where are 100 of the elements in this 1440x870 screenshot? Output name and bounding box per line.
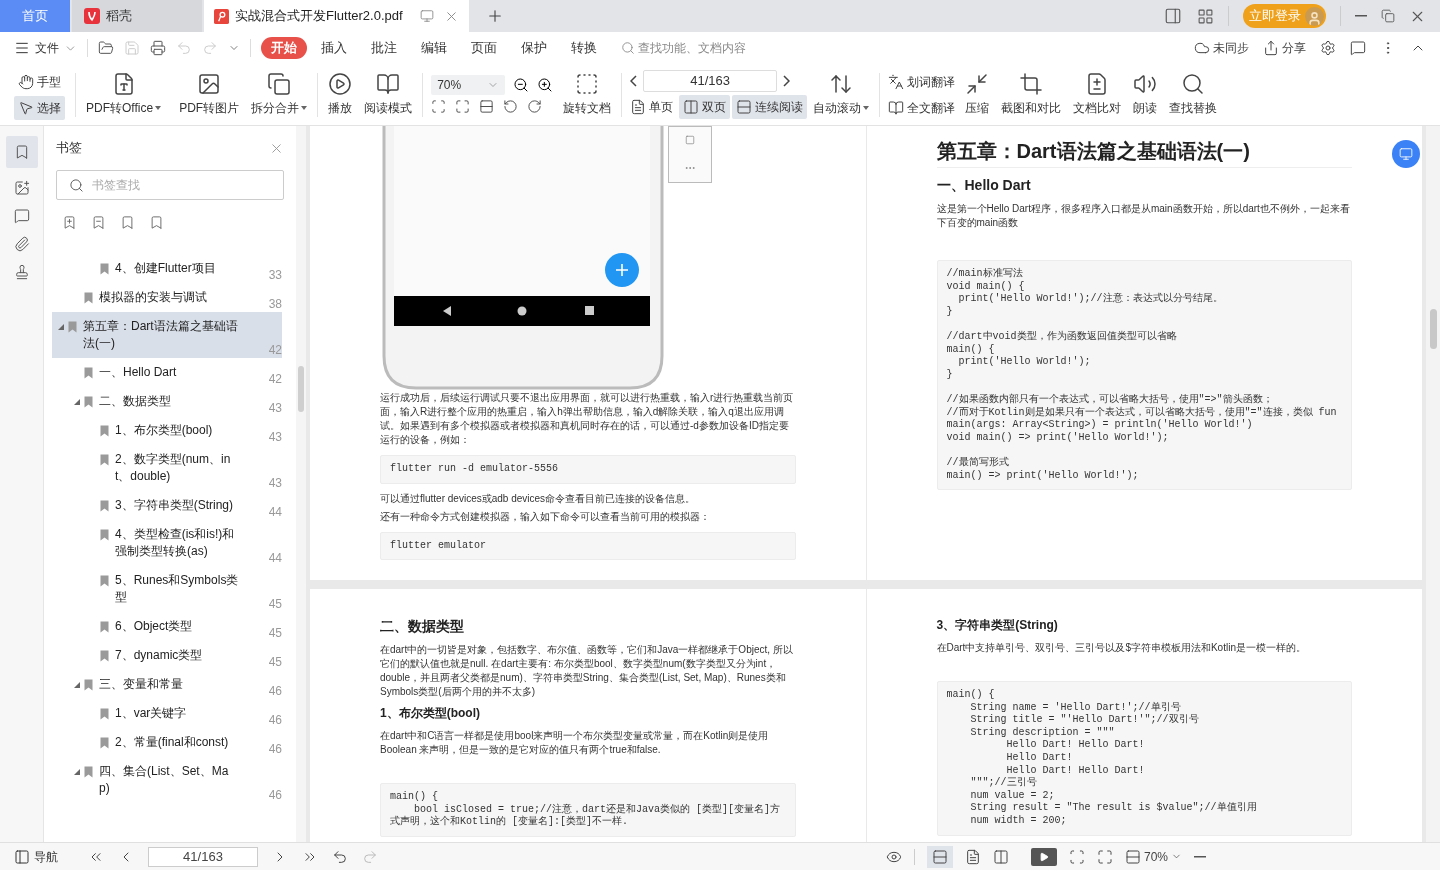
sync-button[interactable]: 未同步	[1194, 39, 1249, 57]
copy-pages-icon	[267, 72, 292, 96]
bookmark-icon	[84, 679, 93, 691]
code-block: main() { String name = 'Hello Dart!';//单引号 String title = "'Hello Dart!'";//双引号 String description = """ Hello Dart! Hello Dart! Hello Dart! Hello Dart! Hello Dart! """;//三引号 num value = 2; String result = "The result is $value";//单值引用 num width = 200;	[936, 681, 1352, 836]
translate-icon	[888, 73, 905, 90]
bookmark-icon	[100, 500, 109, 512]
screenshot-compare-button[interactable]: 截图和对比	[995, 66, 1068, 123]
bookmark-panel-button[interactable]	[5, 136, 38, 168]
undo-icon	[176, 40, 192, 56]
book-icon	[376, 72, 401, 96]
open-folder-icon	[98, 40, 114, 56]
square-icon	[685, 135, 695, 146]
forward-icon	[362, 848, 378, 865]
bookmark-icon	[100, 650, 109, 662]
page-number: 46	[268, 714, 282, 726]
page-number: 46	[268, 789, 282, 801]
ribbon-tab[interactable]: 开始	[261, 37, 307, 59]
bookmark-label: 4、创建Flutter项目	[115, 260, 217, 277]
bookmark-icon	[68, 321, 77, 333]
ribbon-tab[interactable]: 页面	[461, 37, 507, 59]
add-bookmark-icon	[62, 214, 77, 230]
pdf-to-image-button[interactable]: PDF转图片	[173, 66, 246, 123]
split-merge-button[interactable]: 拆分合并	[245, 66, 314, 123]
fit-page-icon	[455, 99, 471, 114]
double-page-button[interactable]: 双页	[679, 95, 731, 119]
paragraph: 在Dart中支持单引号、双引号、三引号以及$字符串模板用法和Kotlin是一模一样的。	[936, 641, 1307, 655]
page-number: 38	[268, 298, 282, 310]
document-compare-button[interactable]: 文档比对	[1067, 66, 1128, 123]
ribbon-tab[interactable]: 转换	[561, 37, 607, 59]
bookmark-icon	[100, 263, 109, 275]
bookmark-outline-icon	[149, 214, 164, 230]
play-icon	[328, 72, 353, 96]
hand-tool-button[interactable]: 手型	[14, 69, 65, 94]
ribbon-tab[interactable]: 插入	[311, 37, 357, 59]
paragraph: 这是第一个Hello Dart程序，很多程序入口都是从main函数开始，所以dart也不例外，一起来看下百变的main函数	[936, 202, 1351, 230]
code-block: flutter run -d emulator-5556	[380, 455, 796, 484]
actual-size-icon	[431, 99, 447, 114]
ribbon-tab[interactable]: 编辑	[411, 37, 457, 59]
speaker-icon	[1133, 72, 1158, 96]
rotate-document-button[interactable]: 旋转文档	[557, 66, 618, 123]
bookmark-icon	[100, 621, 109, 633]
chapter-heading: 第五章：Dart语法篇之基础语法(一)	[936, 136, 1352, 168]
page-number: 46	[268, 685, 282, 697]
play-button[interactable]	[1030, 847, 1057, 866]
page-number: 43	[268, 402, 282, 414]
page-number: 43	[268, 431, 282, 443]
zoom-select[interactable]: 70%	[431, 75, 506, 95]
paragraph: 在dart中的一切皆是对象，包括数字、布尔值、函数等，它们和Java一样都继承于Object, 所以它们的默认值也就是null. 在dart主要有: 布尔类型bool、数字类型num(数字类型又分为int，double，并且两者父类都是num)、字符串类型String、集合类型(List, Set, Map)、Runes类和Symbols类型(后两个用的并不太多)	[380, 643, 794, 699]
continuous-read-button[interactable]: 连续阅读	[732, 95, 808, 119]
pdf-to-office-button[interactable]: PDF转Office	[80, 66, 168, 123]
rotate-document-icon	[575, 72, 600, 96]
continuous-view-button[interactable]	[926, 845, 953, 868]
word-translate-button[interactable]: 划词翻译	[884, 69, 960, 94]
screen-icon	[1399, 147, 1413, 161]
screenshot-icon	[1019, 72, 1044, 96]
bookmark-label: 2、数字类型(num、int、double)	[115, 451, 232, 485]
minimize-icon	[1355, 15, 1367, 17]
fit-width-icon	[1124, 848, 1141, 865]
code-block: flutter emulator	[380, 531, 796, 561]
select-tool-button[interactable]: 选择	[14, 95, 65, 120]
page-number: 33	[268, 269, 282, 281]
page-number: 44	[268, 506, 282, 518]
remove-bookmark-icon	[91, 214, 106, 230]
file-menu[interactable]: 文件	[14, 39, 77, 57]
page-number-field[interactable]: 41/163	[148, 846, 258, 867]
tab[interactable]: 实战混合式开发Flutter2.0.pdf	[204, 0, 469, 32]
read-mode-button[interactable]: 阅读模式	[358, 66, 419, 123]
read-aloud-button[interactable]: 朗读	[1127, 66, 1164, 123]
ribbon-tab[interactable]: 保护	[511, 37, 557, 59]
search-icon	[1181, 72, 1206, 96]
scrollbar-thumb[interactable]	[1430, 309, 1437, 349]
single-page-button[interactable]: 单页	[626, 95, 678, 119]
find-replace-button[interactable]: 查找替换	[1163, 66, 1224, 123]
bookmark-label: 3、字符串类型(String)	[115, 497, 234, 514]
search-field[interactable]: 查找功能、文档内容	[621, 39, 746, 57]
zoom-select[interactable]: 70%	[1124, 847, 1182, 866]
print-icon	[150, 40, 166, 56]
page-number-field[interactable]: 41/163	[643, 70, 778, 92]
tab[interactable]: 稻壳	[72, 0, 202, 32]
attachment-icon	[13, 236, 30, 252]
share-button[interactable]: 分享	[1263, 39, 1306, 57]
restore-icon	[1381, 9, 1395, 23]
image-icon	[197, 72, 222, 96]
play-button[interactable]: 播放	[322, 66, 359, 123]
stamp-icon	[13, 264, 30, 280]
bookmark-item[interactable]: 第五章：Dart语法篇之基础语法(一) 42	[52, 312, 282, 358]
code-block: main() { bool isClosed = true;//注意，dart还是和Java类似的 [类型][变量名]方式声明，这个和Kotlin的 [变量名]:[类型]不一样.	[380, 783, 796, 837]
bookmark-icon	[84, 766, 93, 778]
ribbon-tab[interactable]: 批注	[361, 37, 407, 59]
share-icon	[1263, 40, 1279, 56]
fit-width-icon	[479, 99, 495, 114]
page-number: 42	[268, 373, 282, 385]
compress-button[interactable]: 压缩	[959, 66, 996, 123]
bookmark-icon	[84, 367, 93, 379]
auto-scroll-button[interactable]: 自动滚动	[807, 66, 876, 123]
full-translate-button[interactable]: 全文翻译	[884, 95, 960, 120]
scrollbar-thumb[interactable]	[298, 366, 304, 412]
next-page-icon	[783, 75, 791, 87]
navigation-button[interactable]: 导航	[14, 847, 58, 866]
cloud-icon	[1194, 40, 1210, 56]
